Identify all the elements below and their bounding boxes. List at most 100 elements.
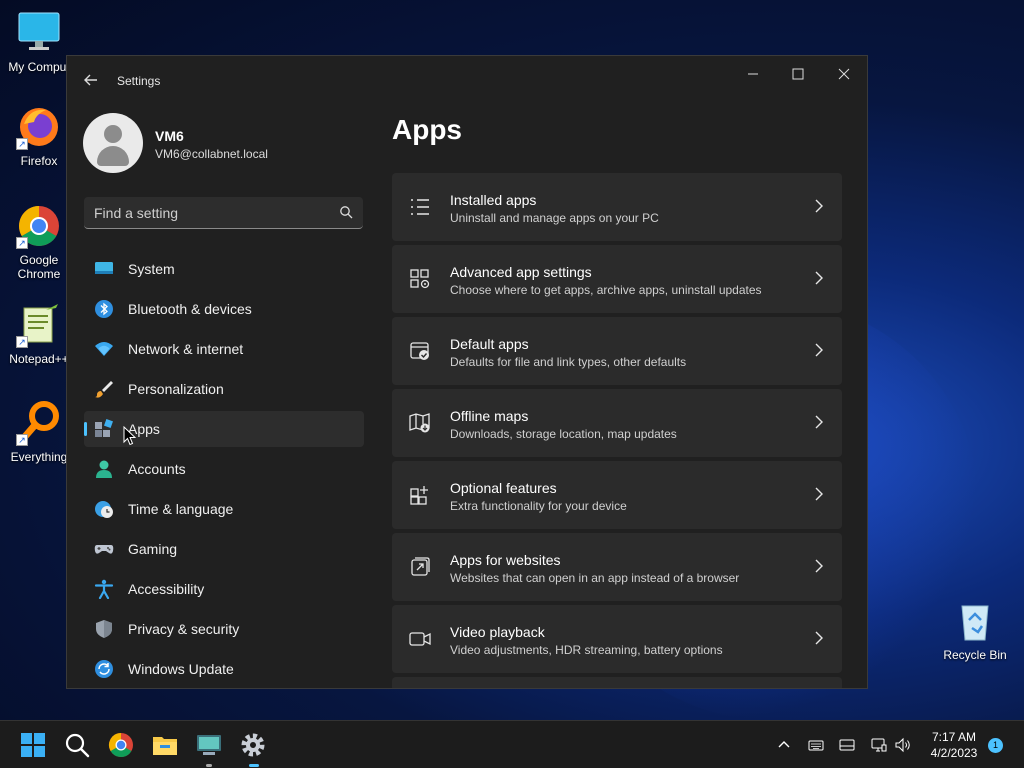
card-optional-features[interactable]: Optional features Extra functionality fo… <box>392 461 842 529</box>
shortcut-arrow-icon: ↗ <box>16 237 28 249</box>
remote-desktop-icon <box>197 735 221 755</box>
map-icon <box>409 413 430 433</box>
back-button[interactable] <box>81 70 101 90</box>
card-apps-for-websites[interactable]: Apps for websites Websites that can open… <box>392 533 842 601</box>
sidebar-nav: System Bluetooth & devices Network & int… <box>84 251 364 688</box>
avatar <box>83 113 143 173</box>
sidebar-item-personalization[interactable]: Personalization <box>84 371 364 407</box>
firefox-icon: ↗ <box>16 104 62 150</box>
sidebar-item-gaming[interactable]: Gaming <box>84 531 364 567</box>
search-input[interactable] <box>84 197 334 228</box>
card-title: Optional features <box>450 480 557 496</box>
card-title: Video playback <box>450 624 545 640</box>
list-icon <box>411 199 429 215</box>
apps-icon <box>95 419 113 437</box>
sidebar-item-label: Personalization <box>128 381 224 397</box>
sidebar-item-network[interactable]: Network & internet <box>84 331 364 367</box>
bluetooth-icon <box>95 300 113 318</box>
sidebar-item-windows-update[interactable]: Windows Update <box>84 651 364 687</box>
card-advanced-app-settings[interactable]: Advanced app settings Choose where to ge… <box>392 245 842 313</box>
start-button[interactable] <box>19 731 47 759</box>
card-default-apps[interactable]: Default apps Defaults for file and link … <box>392 317 842 385</box>
card-subtitle: Downloads, storage location, map updates <box>450 427 677 441</box>
sidebar-item-label: Network & internet <box>128 341 244 357</box>
search-box[interactable] <box>84 197 363 229</box>
monitor-icon <box>16 10 62 56</box>
taskbar-search-button[interactable] <box>63 731 91 759</box>
card-subtitle: Choose where to get apps, archive apps, … <box>450 283 762 297</box>
sidebar-item-system[interactable]: System <box>84 251 364 287</box>
sidebar-item-label: Time & language <box>128 501 234 517</box>
chevron-up-icon[interactable] <box>776 737 792 753</box>
sidebar-item-accessibility[interactable]: Accessibility <box>84 571 364 607</box>
mouse-cursor-icon <box>123 426 137 446</box>
active-indicator <box>84 422 87 436</box>
grid-add-icon <box>410 486 428 505</box>
person-icon <box>96 460 112 478</box>
network-icon[interactable] <box>871 737 887 753</box>
video-icon <box>409 632 431 646</box>
notepadpp-icon: ↗ <box>16 302 62 348</box>
arrow-left-icon <box>84 74 97 86</box>
shortcut-arrow-icon: ↗ <box>16 138 28 150</box>
sidebar-item-bluetooth[interactable]: Bluetooth & devices <box>84 291 364 327</box>
settings-cards: Installed apps Uninstall and manage apps… <box>392 173 842 688</box>
app-settings-icon <box>410 269 430 289</box>
close-icon <box>838 68 850 80</box>
taskbar-remote-desktop-button[interactable] <box>195 731 223 767</box>
card-title: Apps for websites <box>450 552 561 568</box>
brush-icon <box>95 381 113 398</box>
taskbar-file-explorer-button[interactable] <box>151 731 179 759</box>
notification-badge[interactable]: 1 <box>988 738 1003 753</box>
running-indicator <box>206 764 212 767</box>
tablet-mode-icon[interactable] <box>839 737 855 753</box>
card-video-playback[interactable]: Video playback Video adjustments, HDR st… <box>392 605 842 673</box>
chrome-icon: ↗ <box>16 203 62 249</box>
sidebar-item-time-language[interactable]: Time & language <box>84 491 364 527</box>
close-button[interactable] <box>829 64 859 84</box>
volume-icon[interactable] <box>895 737 911 753</box>
card-installed-apps[interactable]: Installed apps Uninstall and manage apps… <box>392 173 842 241</box>
folder-icon <box>153 737 177 755</box>
update-icon <box>95 660 113 678</box>
avatar-body <box>97 146 129 166</box>
taskbar-settings-button[interactable] <box>239 731 267 767</box>
card-next-partial[interactable] <box>392 677 842 688</box>
maximize-icon <box>792 68 804 80</box>
shield-icon <box>96 620 112 638</box>
card-subtitle: Video adjustments, HDR streaming, batter… <box>450 643 723 657</box>
title-bar: Settings <box>67 56 867 104</box>
chevron-right-icon <box>815 199 823 213</box>
taskbar: 7:17 AM 4/2/2023 1 <box>0 720 1024 768</box>
card-offline-maps[interactable]: Offline maps Downloads, storage location… <box>392 389 842 457</box>
sidebar-item-accounts[interactable]: Accounts <box>84 451 364 487</box>
chevron-right-icon <box>815 559 823 573</box>
windows-logo-icon <box>21 733 45 757</box>
accessibility-icon <box>94 579 114 599</box>
card-title: Offline maps <box>450 408 529 424</box>
magnifier-icon: ↗ <box>16 400 62 446</box>
maximize-button[interactable] <box>783 64 813 84</box>
profile-name: VM6 <box>155 128 184 144</box>
search-icon <box>65 733 90 758</box>
card-subtitle: Defaults for file and link types, other … <box>450 355 687 369</box>
chevron-right-icon <box>815 271 823 285</box>
sidebar-item-label: Accounts <box>128 461 186 477</box>
sidebar-item-label: System <box>128 261 175 277</box>
clock-date: 4/2/2023 <box>930 746 978 760</box>
taskbar-chrome-button[interactable] <box>107 731 135 759</box>
sidebar-item-privacy[interactable]: Privacy & security <box>84 611 364 647</box>
minimize-icon <box>748 73 758 75</box>
card-subtitle: Extra functionality for your device <box>450 499 627 513</box>
clock-time: 7:17 AM <box>931 730 977 744</box>
card-subtitle: Websites that can open in an app instead… <box>450 571 740 585</box>
keyboard-icon[interactable] <box>808 737 824 753</box>
card-title: Default apps <box>450 336 529 352</box>
globe-clock-icon <box>95 501 113 518</box>
desktop-icon-recycle-bin[interactable]: Recycle Bin <box>936 598 1014 662</box>
chrome-icon <box>108 733 133 758</box>
minimize-button[interactable] <box>738 64 768 84</box>
clock[interactable]: 7:17 AM 4/2/2023 <box>920 729 988 761</box>
search-icon <box>340 206 353 219</box>
shortcut-arrow-icon: ↗ <box>16 336 28 348</box>
